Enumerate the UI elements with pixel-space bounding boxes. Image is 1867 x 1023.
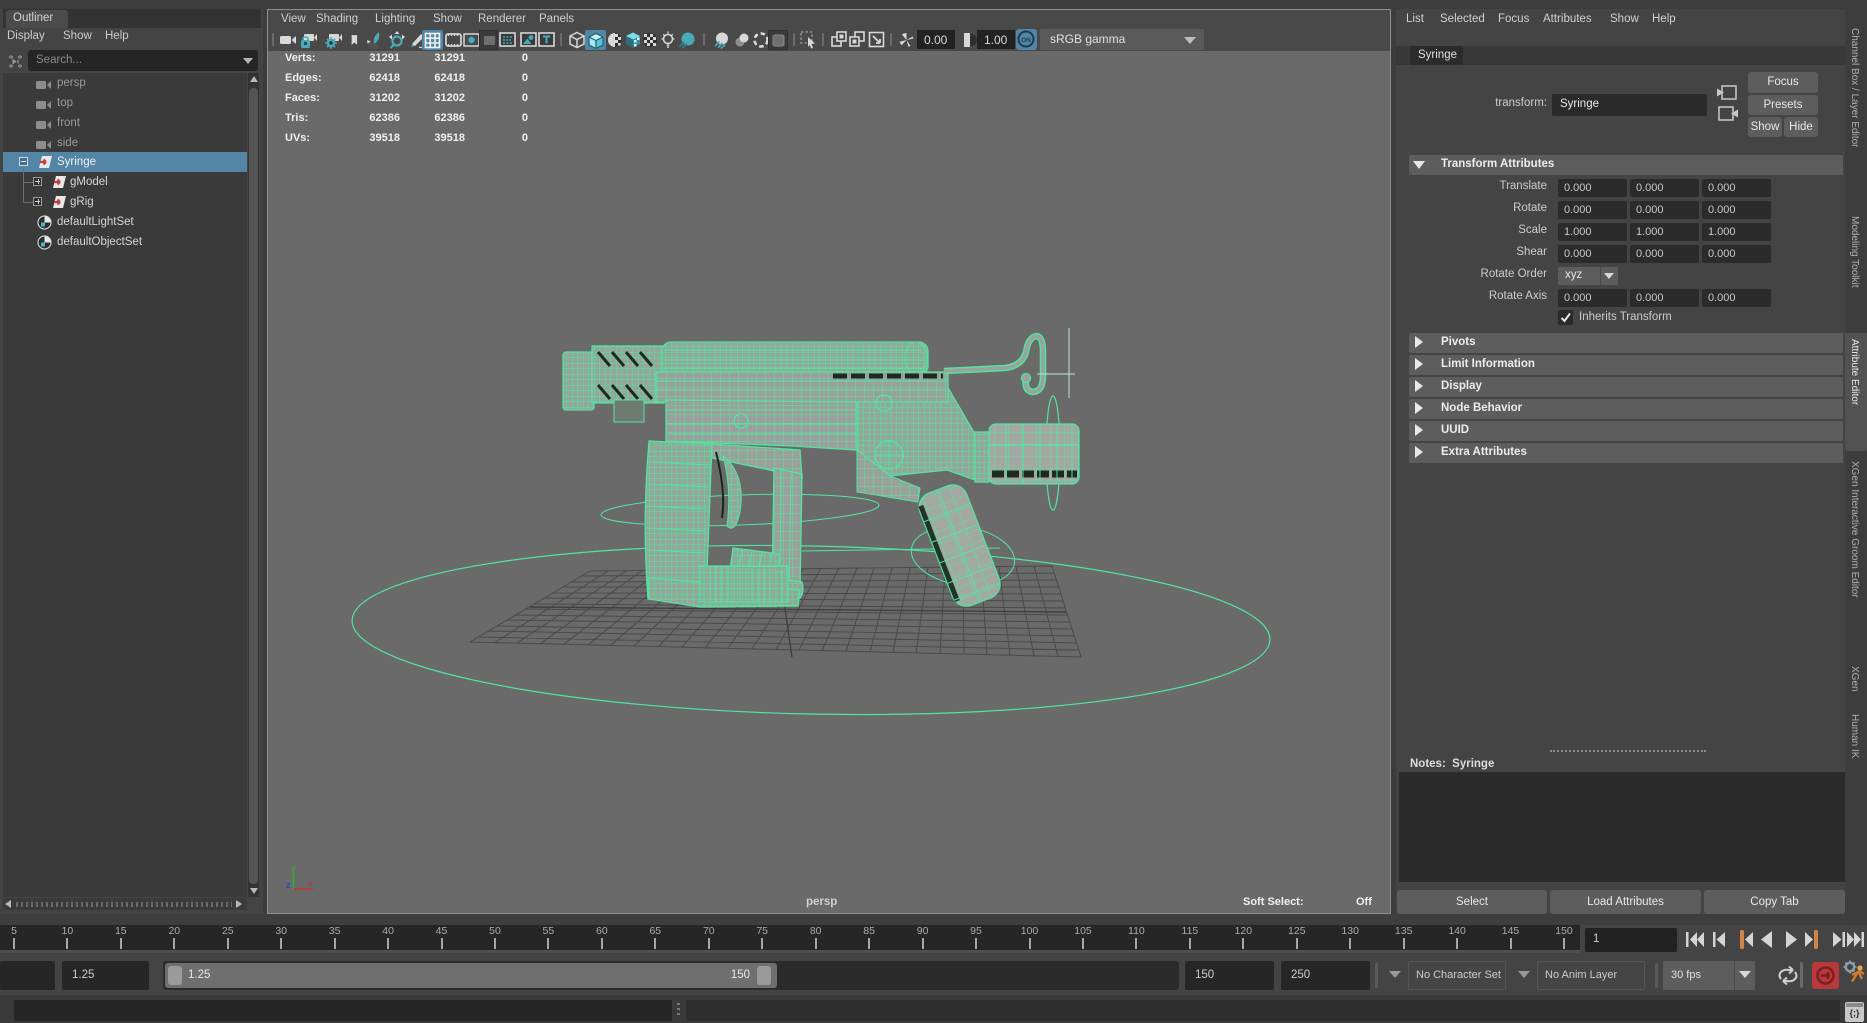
svg-text:y: y — [291, 863, 296, 873]
svg-text:z: z — [286, 880, 291, 890]
svg-text:x: x — [308, 878, 313, 888]
svg-text:ON: ON — [1021, 37, 1031, 44]
